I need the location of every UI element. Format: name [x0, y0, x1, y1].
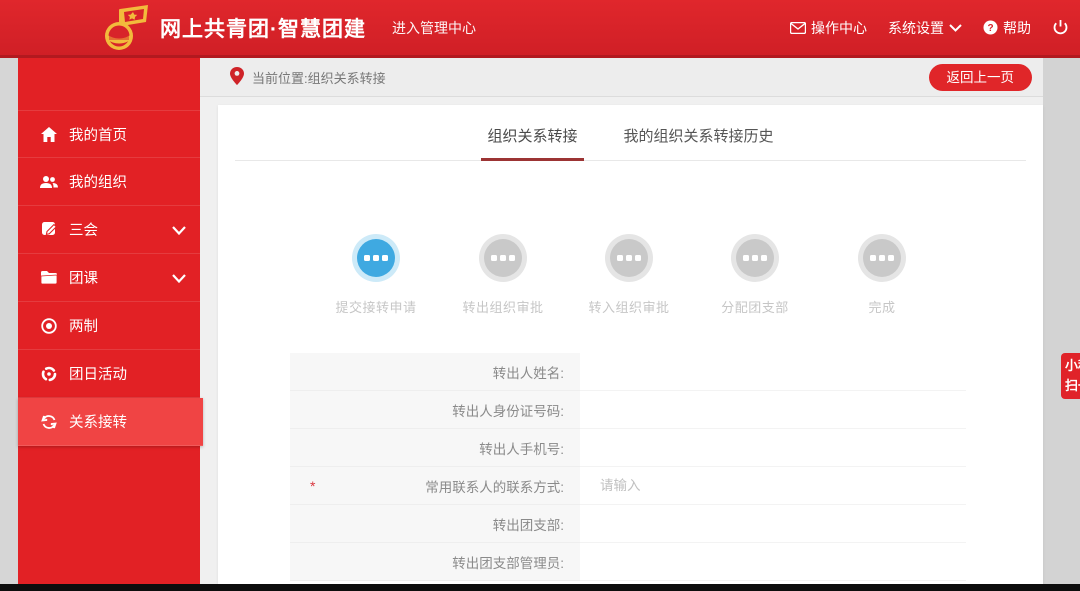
target-icon [40, 317, 58, 335]
sidebar-nav: 我的首页 我的组织 三会 团课 两制 团日活动 关系接转 [18, 58, 203, 584]
envelope-icon [790, 21, 806, 34]
breadcrumb: 当前位置:组织关系转接 [230, 66, 386, 88]
step-outgoing-org-approval: 转出组织审批 [455, 234, 551, 316]
breadcrumb-bar: 当前位置:组织关系转接 返回上一页 [200, 58, 1043, 97]
enter-admin-center-link[interactable]: 进入管理中心 [392, 18, 476, 38]
field-value [580, 429, 966, 467]
users-icon [40, 173, 58, 191]
ellipsis-icon [484, 239, 522, 277]
folder-icon [40, 269, 58, 287]
ellipsis-icon [863, 239, 901, 277]
page: 网上共青团·智慧团建 进入管理中心 操作中心 系统设置 ? 帮助 我的首页 我的… [0, 0, 1080, 591]
app-header: 网上共青团·智慧团建 进入管理中心 操作中心 系统设置 ? 帮助 [0, 0, 1080, 58]
chevron-down-icon [172, 223, 186, 239]
step-assign-branch: 分配团支部 [707, 234, 803, 316]
field-label: 转出人姓名: [290, 353, 580, 391]
field-value [580, 467, 966, 505]
field-label: 转出人身份证号码: [290, 391, 580, 429]
required-asterisk: * [310, 477, 316, 494]
action-center-link[interactable]: 操作中心 [790, 18, 867, 38]
back-button[interactable]: 返回上一页 [928, 64, 1032, 91]
step-submit-application: 提交接转申请 [328, 234, 424, 316]
step-circle-halo [352, 234, 400, 282]
form-row-out-name: 转出人姓名: [290, 353, 966, 391]
field-label: * 常用联系人的联系方式: [290, 467, 580, 505]
sidebar-item-my-organization[interactable]: 我的组织 [18, 158, 200, 206]
sidebar-item-league-class[interactable]: 团课 [18, 254, 200, 302]
field-value [580, 353, 966, 391]
progress-steps: 提交接转申请 转出组织审批 转入组织审批 分配团支部 完成 [218, 230, 1043, 383]
header-nav: 操作中心 系统设置 ? 帮助 [790, 0, 1078, 55]
field-label: 转出团支部: [290, 505, 580, 543]
contact-method-input[interactable] [600, 478, 948, 493]
power-icon [1052, 19, 1069, 36]
mini-program-tab[interactable]: 小程 扫一 [1061, 353, 1080, 399]
field-value [580, 543, 966, 581]
logout-power-button[interactable] [1052, 19, 1078, 36]
app-title: 网上共青团·智慧团建 [160, 17, 366, 41]
field-value [580, 391, 966, 429]
content-card: 组织关系转接 我的组织关系转接历史 提交接转申请 转出组织审批 转入组织审批 分… [218, 105, 1043, 584]
system-settings-menu[interactable]: 系统设置 [888, 18, 962, 38]
step-incoming-org-approval: 转入组织审批 [581, 234, 677, 316]
form-row-out-branch: 转出团支部: [290, 505, 966, 543]
step-circle-halo [605, 234, 653, 282]
sidebar-item-league-day-activity[interactable]: 团日活动 [18, 350, 200, 398]
chevron-down-icon [172, 271, 186, 287]
step-circle-halo [479, 234, 527, 282]
location-pin-icon [230, 66, 244, 88]
question-circle-icon: ? [983, 20, 998, 35]
ellipsis-icon [736, 239, 774, 277]
svg-text:?: ? [987, 23, 993, 34]
tab-organization-transfer[interactable]: 组织关系转接 [481, 125, 584, 161]
step-circle-halo [858, 234, 906, 282]
field-label: 转出团支部管理员: [290, 543, 580, 581]
help-link[interactable]: ? 帮助 [983, 18, 1031, 38]
ellipsis-icon [610, 239, 648, 277]
ellipsis-icon [357, 239, 395, 277]
bottom-black-bar [0, 584, 1080, 591]
sidebar-item-my-home[interactable]: 我的首页 [18, 110, 200, 158]
sidebar-item-three-meetings[interactable]: 三会 [18, 206, 200, 254]
tab-bar: 组织关系转接 我的组织关系转接历史 [235, 105, 1026, 161]
home-icon [40, 125, 58, 143]
sidebar-item-relation-transfer[interactable]: 关系接转 [18, 398, 203, 446]
activity-icon [40, 365, 58, 383]
right-gutter [1043, 58, 1080, 584]
field-label: 转出人手机号: [290, 429, 580, 467]
league-logo: 网上共青团·智慧团建 [100, 3, 366, 53]
step-circle-halo [731, 234, 779, 282]
tab-transfer-history[interactable]: 我的组织关系转接历史 [618, 125, 780, 160]
league-emblem-icon [105, 4, 148, 50]
step-complete: 完成 [834, 234, 930, 316]
note-icon [40, 221, 58, 239]
transfer-form: 转出人姓名: 转出人身份证号码: 转出人手机号: * 常用联系人的联系方式: 请… [290, 353, 966, 581]
form-row-contact-method: * 常用联系人的联系方式: [290, 467, 966, 505]
form-row-out-phone: 转出人手机号: [290, 429, 966, 467]
form-row-out-branch-admin: 转出团支部管理员: [290, 543, 966, 581]
chevron-down-icon [949, 23, 962, 32]
form-row-out-id-number: 转出人身份证号码: [290, 391, 966, 429]
left-gutter [0, 58, 18, 584]
sidebar-item-two-systems[interactable]: 两制 [18, 302, 200, 350]
field-value [580, 505, 966, 543]
sync-icon [40, 413, 58, 431]
